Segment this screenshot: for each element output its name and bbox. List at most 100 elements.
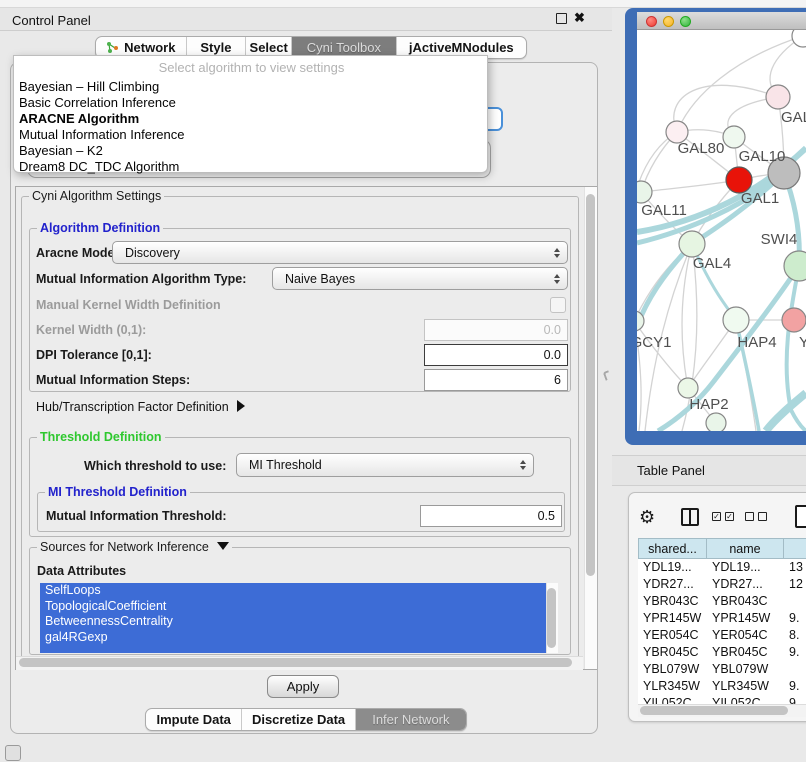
table-row[interactable]: YBR045CYBR045C9. [638, 644, 806, 661]
column-header-name[interactable]: name [706, 538, 784, 559]
network-node-gal11[interactable] [637, 181, 652, 203]
network-node-y[interactable] [782, 308, 806, 332]
deselect-all-icon[interactable] [758, 512, 767, 521]
network-node-swi4[interactable] [784, 251, 806, 281]
table-row[interactable]: YLR345WYLR345W9. [638, 678, 806, 695]
dpi-tolerance-field[interactable]: 0.0 [424, 344, 568, 366]
sources-group-title[interactable]: Sources for Network Inference [37, 540, 232, 554]
attribute-item[interactable]: SelfLoops [40, 583, 546, 599]
panel-divider-handle[interactable] [603, 370, 612, 381]
hub-definition-expander[interactable]: Hub/Transcription Factor Definition [36, 400, 245, 415]
aracne-mode-label: Aracne Mode: [36, 246, 119, 261]
table-row[interactable]: YPR145WYPR145W9. [638, 610, 806, 627]
spinner-arrows-icon [520, 460, 526, 470]
attribute-item[interactable]: gal4RGexp [40, 630, 546, 646]
dropdown-item[interactable]: Basic Correlation Inference [14, 95, 484, 111]
threshold-definition-title: Threshold Definition [37, 430, 165, 444]
network-window-titlebar[interactable] [637, 12, 806, 30]
selected-attributes-block: SelfLoops TopologicalCoefficient Between… [40, 583, 546, 653]
table-row[interactable]: YBL079WYBL079W [638, 661, 806, 678]
network-node-gal10[interactable] [723, 126, 745, 148]
network-canvas[interactable]: GAL GAL80 GAL10 GAL1 GAL11 SWI4 GAL4 GCY… [637, 30, 806, 431]
tab-impute-data[interactable]: Impute Data [146, 709, 242, 730]
column-header-partial[interactable] [783, 538, 806, 559]
node-label: GAL10 [739, 148, 786, 165]
spinner-arrows-icon [554, 274, 560, 284]
node-label: HAP2 [689, 396, 728, 413]
table-row[interactable]: YIL052CYIL052C9 [638, 695, 806, 704]
settings-hscrollbar-thumb[interactable] [19, 658, 572, 667]
dropdown-item[interactable]: Mutual Information Inference [14, 127, 484, 143]
float-icon[interactable] [556, 13, 567, 24]
dropdown-item-selected[interactable]: ARACNE Algorithm [14, 111, 484, 127]
network-graph: GAL GAL80 GAL10 GAL1 GAL11 SWI4 GAL4 GCY… [637, 30, 806, 431]
apply-button[interactable]: Apply [267, 675, 339, 698]
hub-definition-label: Hub/Transcription Factor Definition [36, 400, 229, 414]
data-attributes-label: Data Attributes [37, 564, 126, 579]
tab-discretize-data[interactable]: Discretize Data [242, 709, 355, 730]
chevron-down-icon [217, 542, 229, 550]
control-panel-title: Control Panel [12, 13, 91, 28]
network-node-bottom-partial[interactable] [706, 413, 726, 431]
node-label: Y [799, 334, 806, 351]
mi-type-label: Mutual Information Algorithm Type: [36, 272, 246, 287]
mi-steps-field[interactable]: 6 [424, 369, 568, 391]
dropdown-item[interactable]: Bayesian – K2 [14, 143, 484, 159]
zoom-traffic-icon[interactable] [680, 16, 691, 27]
mi-threshold-group-title: MI Threshold Definition [45, 485, 190, 499]
list-vscrollbar-thumb[interactable] [547, 588, 556, 648]
application-window: Control Panel ✖ Network Style Select Cyn… [0, 0, 806, 762]
select-all-icon[interactable]: ✓ [725, 512, 734, 521]
table-rows: YDL19...YDL19...13 YDR27...YDR27...12 YB… [638, 559, 806, 704]
table-row[interactable]: YER054CYER054C8. [638, 627, 806, 644]
settings-vscrollbar-thumb[interactable] [586, 194, 595, 576]
data-attributes-list[interactable]: SelfLoops TopologicalCoefficient Between… [40, 583, 557, 653]
bottom-tabs: Impute Data Discretize Data Infer Networ… [145, 708, 467, 731]
column-header-shared[interactable]: shared... [638, 538, 707, 559]
tab-infer-network[interactable]: Infer Network [356, 709, 466, 730]
table-row[interactable]: YDR27...YDR27...12 [638, 576, 806, 593]
manual-kernel-checkbox[interactable] [550, 297, 566, 313]
close-icon[interactable]: ✖ [574, 9, 585, 27]
dock-mini-icon[interactable] [5, 745, 21, 761]
table-panel-title: Table Panel [637, 463, 705, 478]
minimize-traffic-icon[interactable] [663, 16, 674, 27]
spinner-arrows-icon [554, 248, 560, 258]
deselect-all-icon[interactable] [745, 512, 754, 521]
mi-type-combo[interactable]: Naive Bayes [272, 267, 568, 290]
table-row[interactable]: YDL19...YDL19...13 [638, 559, 806, 576]
kernel-width-field[interactable]: 0.0 [424, 319, 568, 341]
mi-type-value: Naive Bayes [285, 272, 355, 286]
dropdown-prompt: Select algorithm to view settings [14, 60, 489, 75]
node-label: GAL11 [641, 202, 687, 219]
select-all-icon[interactable]: ✓ [712, 512, 721, 521]
columns-icon[interactable] [681, 508, 699, 526]
attribute-item[interactable]: BetweennessCentrality [40, 614, 546, 630]
network-node-gal[interactable] [766, 85, 790, 109]
kernel-width-label: Kernel Width (0,1): [36, 323, 146, 338]
mi-threshold-field[interactable]: 0.5 [420, 505, 562, 527]
table-hscrollbar-thumb[interactable] [640, 706, 788, 715]
top-strip [0, 0, 806, 8]
control-panel-header [0, 8, 612, 31]
node-label: SWI4 [761, 231, 798, 248]
attribute-item[interactable]: TopologicalCoefficient [40, 599, 546, 615]
aracne-mode-value: Discovery [125, 246, 180, 260]
dropdown-item[interactable]: Dream8 DC_TDC Algorithm [14, 159, 484, 175]
dropdown-item[interactable]: Bayesian – Hill Climbing [14, 79, 484, 95]
network-node-hap4[interactable] [723, 307, 749, 333]
close-traffic-icon[interactable] [646, 16, 657, 27]
table-row[interactable]: YBR043CYBR043C [638, 593, 806, 610]
node-label: GAL [781, 109, 806, 126]
chevron-right-icon [237, 400, 245, 412]
aracne-mode-combo[interactable]: Discovery [112, 241, 568, 264]
which-threshold-combo[interactable]: MI Threshold [236, 453, 534, 477]
node-label: GAL4 [693, 255, 731, 272]
network-node-hap2[interactable] [678, 378, 698, 398]
gear-icon[interactable]: ⚙ [639, 506, 655, 528]
node-label: GCY1 [637, 334, 671, 351]
settings-group-title: Cyni Algorithm Settings [29, 189, 164, 203]
network-node-gal4[interactable] [679, 231, 705, 257]
network-node-partial[interactable] [792, 30, 806, 47]
new-table-icon[interactable] [795, 505, 806, 528]
